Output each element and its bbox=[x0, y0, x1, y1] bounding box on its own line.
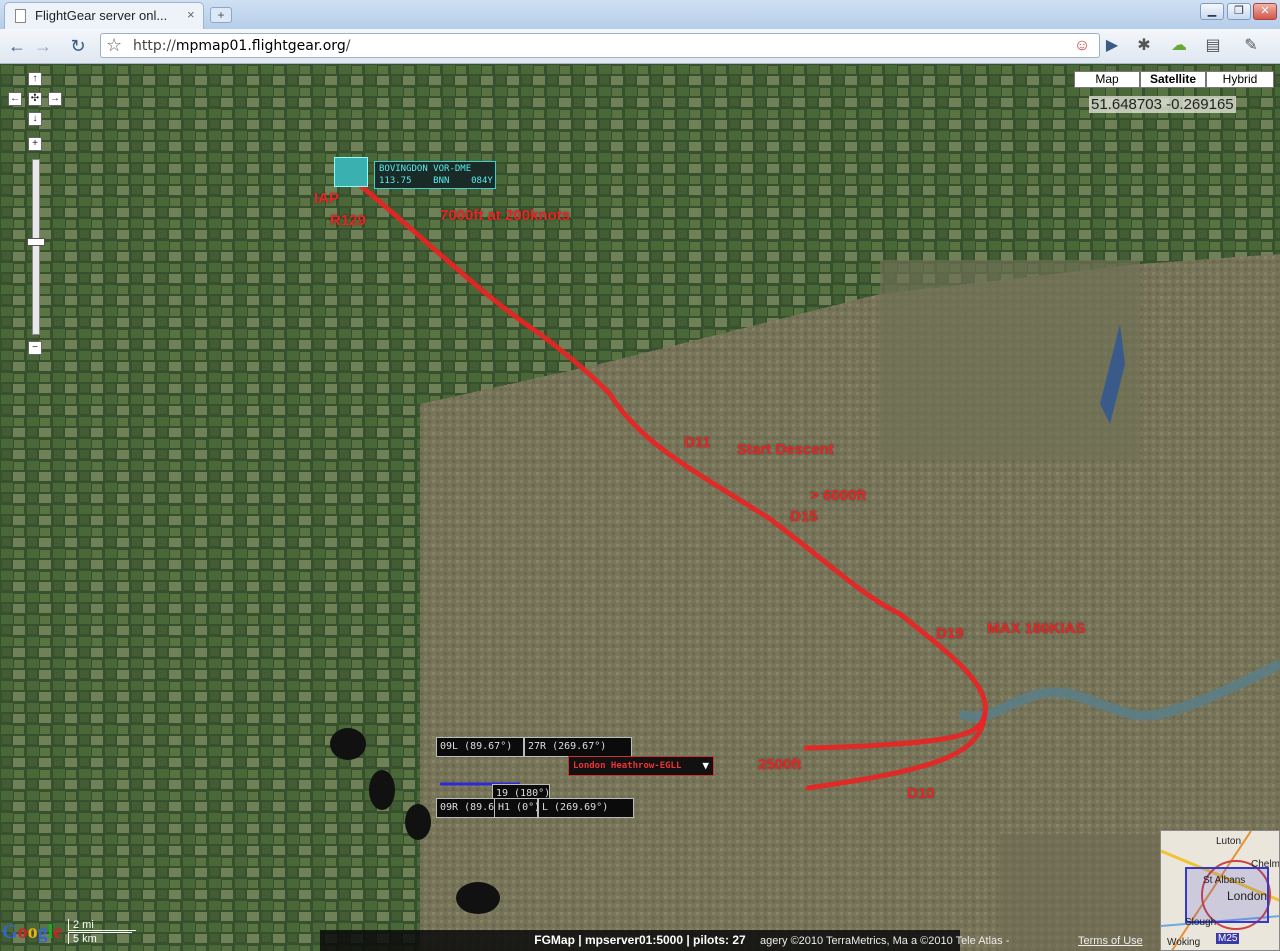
terms-of-use-link[interactable]: Terms of Use bbox=[1078, 935, 1143, 947]
map-type-satellite-button[interactable]: Satellite bbox=[1140, 71, 1206, 88]
zoom-slider[interactable] bbox=[32, 159, 40, 335]
overview-label-m25: M25 bbox=[1216, 933, 1240, 944]
chevron-down-icon[interactable]: ▼ bbox=[702, 757, 709, 775]
overview-map[interactable]: Luton Chelms St Albans London Slough Wok… bbox=[1160, 830, 1280, 951]
annotation-d11: D11 bbox=[684, 434, 711, 451]
address-bar[interactable]: ☆ http://mpmap01.flightgear.org/ bbox=[100, 33, 1100, 58]
overview-label-woking: Woking bbox=[1167, 937, 1201, 948]
navaid-label: BOVINGDON VOR-DME 113.75 BNN 084Y bbox=[374, 161, 496, 189]
extension-icon[interactable]: ☺ bbox=[1071, 36, 1093, 56]
scale-miles: 2 mi bbox=[68, 919, 136, 931]
title-bar: FlightGear server onl... × + ▁ ❐ ✕ bbox=[0, 0, 1280, 29]
browser-tab[interactable]: FlightGear server onl... × bbox=[4, 2, 204, 29]
zoom-out-button[interactable]: − bbox=[28, 341, 42, 355]
google-logo: Google bbox=[2, 921, 63, 943]
zoom-in-button[interactable]: + bbox=[28, 137, 42, 151]
minimize-button[interactable]: ▁ bbox=[1200, 3, 1224, 20]
wrench-icon[interactable]: ✎ bbox=[1240, 36, 1262, 56]
bookmark-star-icon[interactable]: ☆ bbox=[106, 35, 122, 56]
bug-icon[interactable]: ✱ bbox=[1133, 36, 1155, 56]
pan-center-button[interactable]: ✣ bbox=[28, 92, 42, 106]
helipad-h1-label: H1 (0°) bbox=[494, 798, 540, 818]
annotation-altitude-speed: 7000ft at 200knots bbox=[440, 207, 571, 224]
back-button[interactable]: ← bbox=[6, 35, 28, 57]
map-canvas[interactable]: Map Satellite Hybrid 51.648703 -0.269165… bbox=[0, 64, 1280, 951]
cloud-icon[interactable]: ☁ bbox=[1168, 36, 1190, 56]
reload-button[interactable]: ↻ bbox=[67, 35, 89, 57]
airport-name: London Heathrow-EGLL bbox=[573, 761, 682, 771]
navaid-name: BOVINGDON VOR-DME bbox=[379, 164, 472, 174]
coordinate-readout: 51.648703 -0.269165 bbox=[1089, 96, 1236, 113]
annotation-iap: IAP bbox=[314, 190, 340, 207]
browser-toolbar: ← → ↻ ☆ http://mpmap01.flightgear.org/ ☺… bbox=[0, 29, 1280, 64]
annotation-d19: D19 bbox=[936, 625, 964, 642]
annotation-r129: R129 bbox=[330, 212, 366, 229]
zoom-slider-thumb[interactable] bbox=[27, 238, 45, 246]
close-window-button[interactable]: ✕ bbox=[1253, 3, 1277, 20]
vor-dme-icon[interactable] bbox=[334, 157, 368, 187]
imagery-copyright: agery ©2010 TerraMetrics, Ma a ©2010 Tel… bbox=[760, 935, 1010, 947]
pan-up-button[interactable]: ↑ bbox=[28, 72, 42, 86]
new-tab-button[interactable]: + bbox=[210, 7, 232, 23]
scale-bar: 2 mi 5 km bbox=[68, 919, 140, 949]
play-icon[interactable]: ▶ bbox=[1101, 36, 1123, 56]
runway-27l-label: L (269.69°) bbox=[538, 798, 634, 818]
tab-title: FlightGear server onl... bbox=[35, 8, 168, 23]
map-type-hybrid-button[interactable]: Hybrid bbox=[1206, 71, 1274, 88]
close-tab-icon[interactable]: × bbox=[187, 7, 195, 22]
airport-selector[interactable]: London Heathrow-EGLL ▼ bbox=[568, 756, 714, 776]
overview-label-london: London bbox=[1227, 889, 1268, 903]
restore-button[interactable]: ❐ bbox=[1227, 3, 1251, 20]
pan-right-button[interactable]: → bbox=[48, 92, 62, 106]
runway-27r-label: 27R (269.67°) bbox=[524, 737, 632, 757]
url-text[interactable]: http://mpmap01.flightgear.org/ bbox=[133, 38, 350, 54]
annotation-d15: D15 bbox=[790, 508, 818, 525]
satellite-imagery bbox=[0, 64, 1280, 951]
overview-label-st-albans: St Albans bbox=[1203, 875, 1246, 886]
pan-down-button[interactable]: ↓ bbox=[28, 112, 42, 126]
annotation-6000ft: > 6000ft bbox=[810, 487, 867, 504]
forward-button[interactable]: → bbox=[32, 35, 54, 57]
overview-label-slough: Slough bbox=[1185, 917, 1217, 928]
pan-left-button[interactable]: ← bbox=[8, 92, 22, 106]
annotation-2500ft: 2500ft bbox=[758, 756, 802, 773]
annotation-d10: D10 bbox=[907, 785, 935, 802]
map-type-map-button[interactable]: Map bbox=[1074, 71, 1140, 88]
page-menu-icon[interactable]: ▤ bbox=[1202, 36, 1224, 56]
annotation-start-descent: Start Descent bbox=[737, 441, 834, 458]
overview-label-luton: Luton bbox=[1216, 836, 1242, 847]
overview-label-chelmsford: Chelms bbox=[1251, 859, 1280, 870]
navaid-frequency: 113.75 BNN 084Y bbox=[379, 176, 493, 186]
annotation-max-180kias: MAX 180KIAS bbox=[987, 620, 1086, 637]
runway-09l-label: 09L (89.67°) bbox=[436, 737, 524, 757]
scale-km: 5 km bbox=[68, 932, 132, 945]
page-icon bbox=[15, 9, 26, 23]
